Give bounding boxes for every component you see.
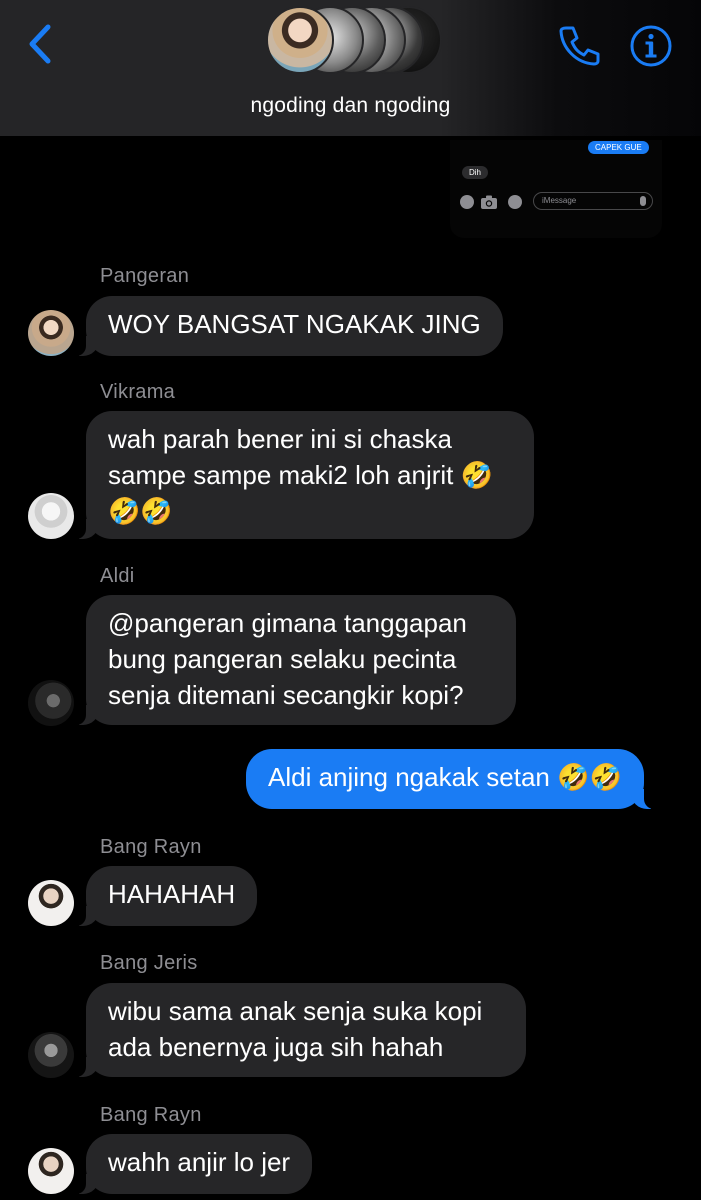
message-bubble[interactable]: HAHAHAH — [75, 866, 258, 926]
embedded-input-placeholder: iMessage — [542, 196, 577, 205]
group-name[interactable]: ngoding dan ngoding — [0, 94, 701, 118]
avatar[interactable] — [28, 680, 74, 726]
avatar[interactable] — [28, 310, 74, 356]
chevron-left-icon — [29, 24, 51, 64]
message-text: wibu sama anak senja suka kopi ada bener… — [108, 996, 483, 1062]
sender-name: Pangeran — [100, 265, 190, 287]
details-button[interactable] — [629, 24, 673, 68]
sender-name: Bang Jeris — [100, 952, 198, 974]
info-icon — [630, 25, 672, 67]
sender-name: Aldi — [100, 565, 135, 587]
sender-name: Vikrama — [100, 381, 176, 403]
back-button[interactable] — [24, 22, 58, 66]
embedded-input-bar: iMessage — [458, 192, 658, 212]
phone-icon — [559, 26, 600, 66]
message-bubble[interactable]: wahh anjir lo jer — [75, 1134, 313, 1194]
camera-icon — [481, 195, 497, 209]
call-button[interactable] — [556, 22, 602, 68]
sender-name: Bang Rayn — [100, 1104, 202, 1126]
outgoing-message-bubble[interactable]: Aldi anjing ngakak setan 🤣🤣 — [246, 749, 654, 809]
embedded-sent-bubble: CAPEK GUE — [588, 141, 649, 154]
message-text: Aldi anjing ngakak setan 🤣🤣 — [268, 762, 622, 792]
sender-name: Bang Rayn — [100, 836, 202, 858]
message-text: HAHAHAH — [108, 879, 236, 909]
avatar[interactable] — [28, 1148, 74, 1194]
message-bubble[interactable]: wah parah bener ini si chaska sampe samp… — [76, 411, 534, 539]
message-text: WOY BANGSAT NGAKAK JING — [108, 309, 481, 339]
avatar[interactable] — [28, 1032, 74, 1078]
apps-icon — [508, 195, 522, 209]
message-text: @pangeran gimana tanggapan bung pangeran… — [108, 608, 467, 710]
message-bubble[interactable]: WOY BANGSAT NGAKAK JING — [76, 296, 503, 356]
group-avatar-stack[interactable] — [266, 6, 442, 76]
message-text: wah parah bener ini si chaska sampe samp… — [108, 424, 493, 526]
group-member-avatar — [266, 6, 334, 74]
avatar[interactable] — [28, 880, 74, 926]
microphone-icon — [640, 196, 646, 206]
message-bubble[interactable]: @pangeran gimana tanggapan bung pangeran… — [76, 595, 516, 725]
conversation-header: ngoding dan ngoding — [0, 0, 701, 136]
embedded-received-bubble: Dih — [462, 166, 489, 179]
avatar[interactable] — [28, 493, 74, 539]
message-bubble[interactable]: wibu sama anak senja suka kopi ada bener… — [76, 983, 526, 1077]
app-store-icon — [460, 195, 474, 209]
message-text: wahh anjir lo jer — [108, 1147, 291, 1177]
embedded-message-input: iMessage — [533, 192, 653, 210]
image-attachment[interactable]: CAPEK GUE Dih iMessage — [450, 140, 662, 238]
